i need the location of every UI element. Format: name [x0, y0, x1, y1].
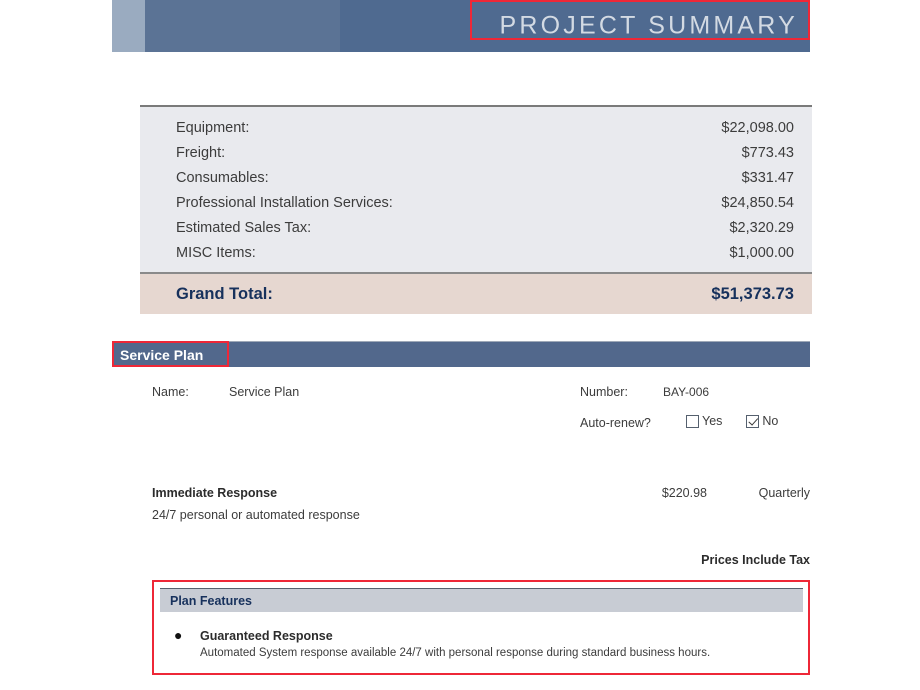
totals-row-value: $22,098.00 [721, 119, 794, 136]
totals-table: Equipment: $22,098.00 Freight: $773.43 C… [140, 105, 812, 276]
name-label: Name: [152, 385, 189, 399]
plan-item-price: $220.98 [661, 486, 707, 500]
plan-item-header: Immediate Response $220.98 Quarterly [152, 486, 810, 500]
plan-item: Immediate Response $220.98 Quarterly 24/… [152, 486, 810, 522]
table-row: Professional Installation Services: $24,… [176, 190, 794, 215]
totals-row-value: $773.43 [741, 144, 794, 161]
page-title: PROJECT SUMMARY [499, 11, 798, 40]
number-label: Number: [580, 385, 628, 399]
grand-total-value: $51,373.73 [711, 284, 794, 303]
checkbox-unchecked-icon[interactable] [686, 414, 699, 428]
header-banner: PROJECT SUMMARY [112, 0, 810, 52]
table-row: Freight: $773.43 [176, 140, 794, 165]
header-band-light [112, 0, 145, 52]
checkbox-checked-icon[interactable] [746, 414, 760, 428]
totals-row-label: MISC Items: [176, 244, 256, 261]
auto-renew-label: Auto-renew? [580, 416, 651, 430]
totals-table-body: Equipment: $22,098.00 Freight: $773.43 C… [140, 105, 812, 276]
table-row: MISC Items: $1,000.00 [176, 240, 794, 265]
auto-renew-checkbox-group: Yes No [686, 414, 778, 428]
totals-row-value: $2,320.29 [729, 219, 794, 236]
grand-total-label: Grand Total: [176, 284, 273, 303]
totals-row-label: Consumables: [176, 169, 269, 186]
plan-features-title: Plan Features [170, 593, 252, 608]
prices-include-tax-note: Prices Include Tax [701, 553, 810, 567]
plan-item-name: Immediate Response [152, 486, 278, 500]
totals-row-label: Estimated Sales Tax: [176, 219, 312, 236]
totals-row-value: $24,850.54 [721, 194, 794, 211]
table-row: Equipment: $22,098.00 [176, 115, 794, 140]
totals-row-value: $1,000.00 [729, 244, 794, 261]
service-plan-section-bar: Service Plan [112, 341, 810, 367]
header-band-dark: PROJECT SUMMARY [340, 0, 810, 52]
totals-row-label: Professional Installation Services: [176, 194, 393, 211]
totals-row-label: Equipment: [176, 119, 250, 136]
auto-renew-no-label: No [762, 414, 779, 428]
plan-features-header: Plan Features [160, 588, 803, 612]
table-row: Estimated Sales Tax: $2,320.29 [176, 215, 794, 240]
grand-total-row: Grand Total: $51,373.73 [140, 272, 812, 314]
list-item: ● Guaranteed Response Automated System r… [160, 628, 803, 661]
auto-renew-yes-option[interactable]: Yes [686, 414, 722, 428]
auto-renew-no-option[interactable]: No [746, 414, 778, 428]
table-row: Consumables: $331.47 [176, 165, 794, 190]
bullet-icon: ● [174, 627, 183, 643]
number-value: BAY-006 [663, 385, 710, 399]
plan-item-description: 24/7 personal or automated response [152, 508, 360, 522]
plan-item-frequency: Quarterly [758, 486, 810, 500]
plan-features-box: Plan Features ● Guaranteed Response Auto… [160, 588, 803, 661]
totals-row-label: Freight: [176, 144, 226, 161]
auto-renew-yes-label: Yes [702, 414, 723, 428]
header-band-mid [145, 0, 340, 52]
name-value: Service Plan [229, 385, 300, 399]
feature-title: Guaranteed Response [200, 629, 333, 643]
service-plan-title: Service Plan [120, 346, 204, 363]
totals-row-value: $331.47 [741, 169, 794, 186]
feature-description: Automated System response available 24/7… [200, 647, 711, 659]
